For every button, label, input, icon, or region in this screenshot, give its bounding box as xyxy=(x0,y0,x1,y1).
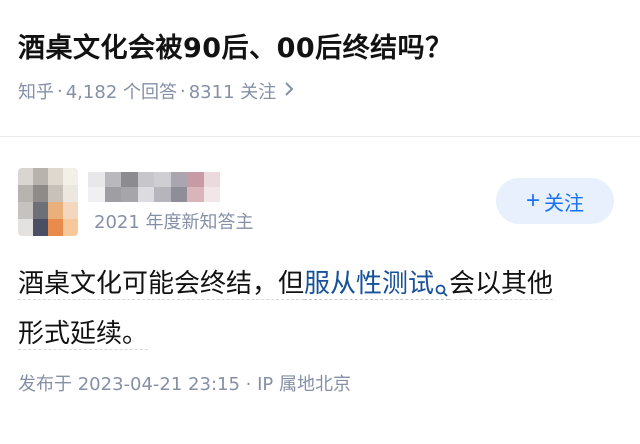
divider xyxy=(0,136,640,137)
chevron-right-icon xyxy=(284,81,294,101)
question-header: 酒桌文化会被90后、00后终结吗？ 知乎 · 4,182 个回答 · 8311 … xyxy=(0,0,640,136)
question-meta[interactable]: 知乎 · 4,182 个回答 · 8311 关注 xyxy=(18,78,294,104)
avatar[interactable] xyxy=(18,168,78,236)
plus-icon: + xyxy=(525,187,540,214)
search-link-label[interactable]: 服从性测试 xyxy=(304,269,434,299)
answer-count: 4,182 个回答 xyxy=(65,82,177,103)
author-row: 2021 年度新知答主 + 关注 xyxy=(18,168,622,240)
author-name-blurred[interactable] xyxy=(88,172,220,202)
search-icon[interactable] xyxy=(435,268,449,312)
site-name: 知乎 xyxy=(18,82,54,103)
answer-content[interactable]: 酒桌文化可能会终结，但服从性测试 会以其他 形式延续。 xyxy=(18,262,618,356)
meta-separator: · xyxy=(57,80,63,102)
search-link[interactable]: 服从性测试 xyxy=(304,269,450,300)
question-title[interactable]: 酒桌文化会被90后、00后终结吗？ xyxy=(18,26,453,65)
follow-label: 关注 xyxy=(544,192,584,215)
answer-text-before: 酒桌文化可能会终结，但 xyxy=(18,269,305,300)
publish-info: 发布于 2023-04-21 23:15 · IP 属地北京 xyxy=(18,374,351,395)
follower-count: 8311 关注 xyxy=(188,82,277,103)
meta-separator: · xyxy=(180,80,186,102)
answer-text-line2: 形式延续。 xyxy=(18,319,149,350)
answer-text-after: 会以其他 xyxy=(449,269,554,300)
follow-button[interactable]: + 关注 xyxy=(496,178,614,224)
author-badge: 2021 年度新知答主 xyxy=(94,212,254,233)
